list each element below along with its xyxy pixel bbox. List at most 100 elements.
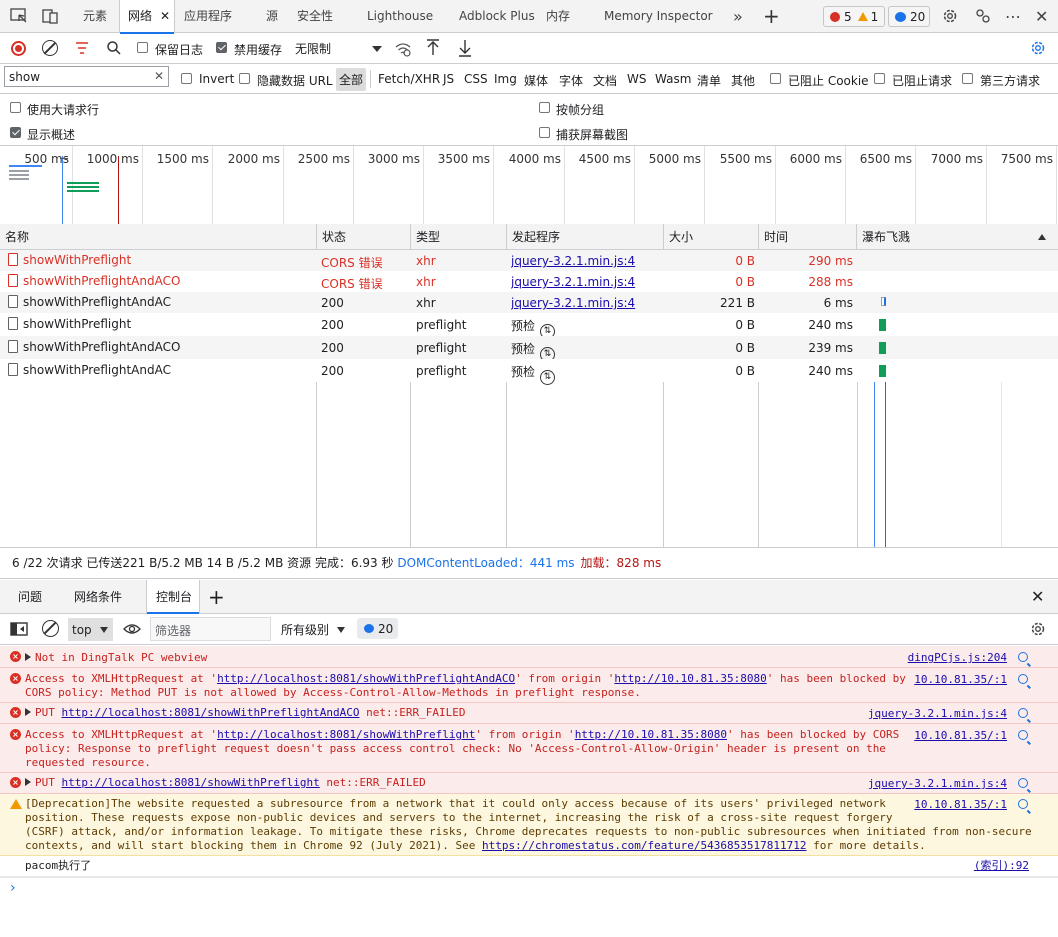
type-filter-ws[interactable]: WS	[627, 72, 646, 86]
show-overview-checkbox[interactable]	[10, 127, 21, 138]
expand-triangle-icon[interactable]	[25, 708, 31, 716]
message-url[interactable]: http://10.10.81.35:8080	[614, 672, 766, 685]
blocked-requests-checkbox[interactable]	[874, 73, 885, 84]
expand-triangle-icon[interactable]	[25, 778, 31, 786]
tab-security[interactable]: 安全性	[297, 0, 333, 33]
type-filter-xhr[interactable]: Fetch/XHR	[378, 72, 440, 86]
overview-selector[interactable]	[60, 158, 68, 159]
preflight-icon[interactable]: ⇅	[540, 370, 556, 385]
request-name[interactable]: showWithPreflightAndAC	[8, 295, 313, 309]
tab-network[interactable]: 网络 ✕	[119, 0, 175, 34]
message-url[interactable]: https://chromestatus.com/feature/5436853…	[482, 839, 807, 852]
network-settings-gear-icon[interactable]	[1029, 39, 1047, 57]
sidebar-toggle-icon[interactable]	[10, 622, 28, 636]
throttle-select[interactable]: 无限制	[290, 38, 382, 59]
request-name[interactable]: showWithPreflightAndAC	[8, 363, 313, 377]
message-url[interactable]: http://localhost:8081/showWithPreflight	[62, 776, 320, 789]
message-url[interactable]: http://localhost:8081/showWithPreflight	[217, 728, 475, 741]
invert-checkbox[interactable]	[181, 73, 192, 84]
request-name[interactable]: showWithPreflight	[8, 253, 313, 267]
disable-cache-checkbox[interactable]	[216, 42, 227, 53]
live-expression-eye-icon[interactable]	[123, 622, 141, 636]
message-source-link[interactable]: 10.10.81.35/:1	[914, 729, 1007, 743]
type-filter-wasm[interactable]: Wasm	[655, 72, 691, 86]
message-source-link[interactable]: dingPCjs.js:204	[908, 651, 1007, 665]
more-options-icon[interactable]: ⋯	[1005, 0, 1021, 33]
filter-icon[interactable]	[74, 41, 90, 55]
issues-counter[interactable]: 5 1	[823, 6, 885, 27]
settings-gear-icon[interactable]	[941, 7, 959, 25]
clear-filter-icon[interactable]: ✕	[154, 69, 164, 83]
preserve-log-checkbox[interactable]	[137, 42, 148, 53]
magnifier-icon[interactable]	[1018, 652, 1028, 662]
device-emulation-icon[interactable]	[42, 8, 60, 24]
request-name[interactable]: showWithPreflight	[8, 317, 313, 331]
column-name[interactable]: 名称	[0, 224, 317, 250]
drawer-tab-issues[interactable]: 问题	[18, 580, 42, 614]
request-initiator-link[interactable]: jquery-3.2.1.min.js:4	[511, 296, 661, 310]
request-row[interactable]: showWithPreflightAndACO CORS 错误 xhr jquery-…	[0, 271, 1058, 292]
message-source-link[interactable]: 10.10.81.35/:1	[914, 798, 1007, 812]
type-filter-doc[interactable]: 文档	[593, 72, 617, 89]
close-drawer-icon[interactable]: ✕	[1031, 580, 1044, 614]
close-devtools-icon[interactable]: ✕	[1035, 0, 1048, 33]
capture-screenshots-checkbox[interactable]	[539, 127, 550, 138]
import-har-icon[interactable]	[426, 39, 440, 57]
record-button[interactable]	[11, 41, 26, 56]
drawer-tab-console[interactable]: 控制台	[146, 580, 200, 614]
type-filter-other[interactable]: 其他	[731, 72, 755, 89]
magnifier-icon[interactable]	[1018, 730, 1028, 740]
column-time[interactable]: 时间	[759, 224, 857, 250]
column-type[interactable]: 类型	[411, 224, 507, 250]
tab-sources[interactable]: 源	[266, 0, 278, 33]
timeline-overview[interactable]: 500 ms 1000 ms 1500 ms 2000 ms 2500 ms 3000 m…	[0, 146, 1058, 229]
request-row[interactable]: showWithPreflightAndACO 200 preflight 预检 ⇅ 0 …	[0, 336, 1058, 362]
request-row[interactable]: showWithPreflightAndAC 200 xhr jquery-3.2.1…	[0, 292, 1058, 313]
tab-memory-inspector[interactable]: Memory Inspector	[604, 0, 713, 33]
blocked-cookie-checkbox[interactable]	[770, 73, 781, 84]
search-icon[interactable]	[106, 40, 122, 56]
column-initiator[interactable]: 发起程序	[507, 224, 664, 250]
request-name[interactable]: showWithPreflightAndACO	[8, 274, 313, 288]
message-url[interactable]: http://localhost:8081/showWithPreflightA…	[217, 672, 515, 685]
console-message-count[interactable]: 20	[357, 618, 398, 639]
magnifier-icon[interactable]	[1018, 778, 1028, 788]
context-select[interactable]: top	[68, 618, 113, 641]
column-size[interactable]: 大小	[664, 224, 759, 250]
column-status[interactable]: 状态	[317, 224, 411, 250]
request-initiator-link[interactable]: jquery-3.2.1.min.js:4	[511, 254, 661, 268]
filter-input[interactable]: show ✕	[4, 66, 169, 87]
tab-memory[interactable]: 内存	[546, 0, 570, 33]
message-source-link[interactable]: (索引):92	[974, 859, 1029, 873]
group-by-frame-checkbox[interactable]	[539, 102, 550, 113]
message-source-link[interactable]: 10.10.81.35/:1	[914, 673, 1007, 687]
message-source-link[interactable]: jquery-3.2.1.min.js:4	[868, 777, 1007, 791]
add-tab-icon[interactable]: +	[763, 0, 780, 33]
type-filter-media[interactable]: 媒体	[524, 72, 548, 89]
tab-adblock[interactable]: Adblock Plus	[459, 0, 535, 33]
inspect-element-icon[interactable]	[10, 8, 28, 24]
clear-icon[interactable]	[42, 40, 58, 56]
request-initiator-link[interactable]: jquery-3.2.1.min.js:4	[511, 275, 661, 289]
type-filter-manifest[interactable]: 清单	[697, 72, 721, 89]
messages-counter[interactable]: 20	[888, 6, 930, 27]
message-url[interactable]: http://localhost:8081/showWithPreflightA…	[62, 706, 360, 719]
magnifier-icon[interactable]	[1018, 799, 1028, 809]
export-har-icon[interactable]	[458, 39, 472, 57]
message-url[interactable]: http://10.10.81.35:8080	[575, 728, 727, 741]
magnifier-icon[interactable]	[1018, 708, 1028, 718]
network-conditions-icon[interactable]	[394, 41, 412, 57]
request-row[interactable]: showWithPreflight CORS 错误 xhr jquery-3.2.1.…	[0, 250, 1058, 271]
type-filter-all[interactable]: 全部	[336, 68, 367, 91]
tab-elements[interactable]: 元素	[83, 0, 107, 33]
console-filter-input[interactable]: 筛选器	[150, 617, 271, 641]
more-tabs-icon[interactable]: »	[733, 0, 743, 33]
type-filter-font[interactable]: 字体	[559, 72, 583, 89]
column-waterfall[interactable]: 瀑布飞溅	[857, 224, 1058, 250]
clear-console-icon[interactable]	[42, 620, 59, 637]
type-filter-css[interactable]: CSS	[464, 72, 488, 86]
request-row[interactable]: showWithPreflight 200 preflight 预检 ⇅ 0 B 240 m…	[0, 313, 1058, 339]
drawer-tab-network-conditions[interactable]: 网络条件	[74, 580, 122, 614]
log-levels-select[interactable]: 所有级别	[281, 621, 346, 638]
magnifier-icon[interactable]	[1018, 674, 1028, 684]
